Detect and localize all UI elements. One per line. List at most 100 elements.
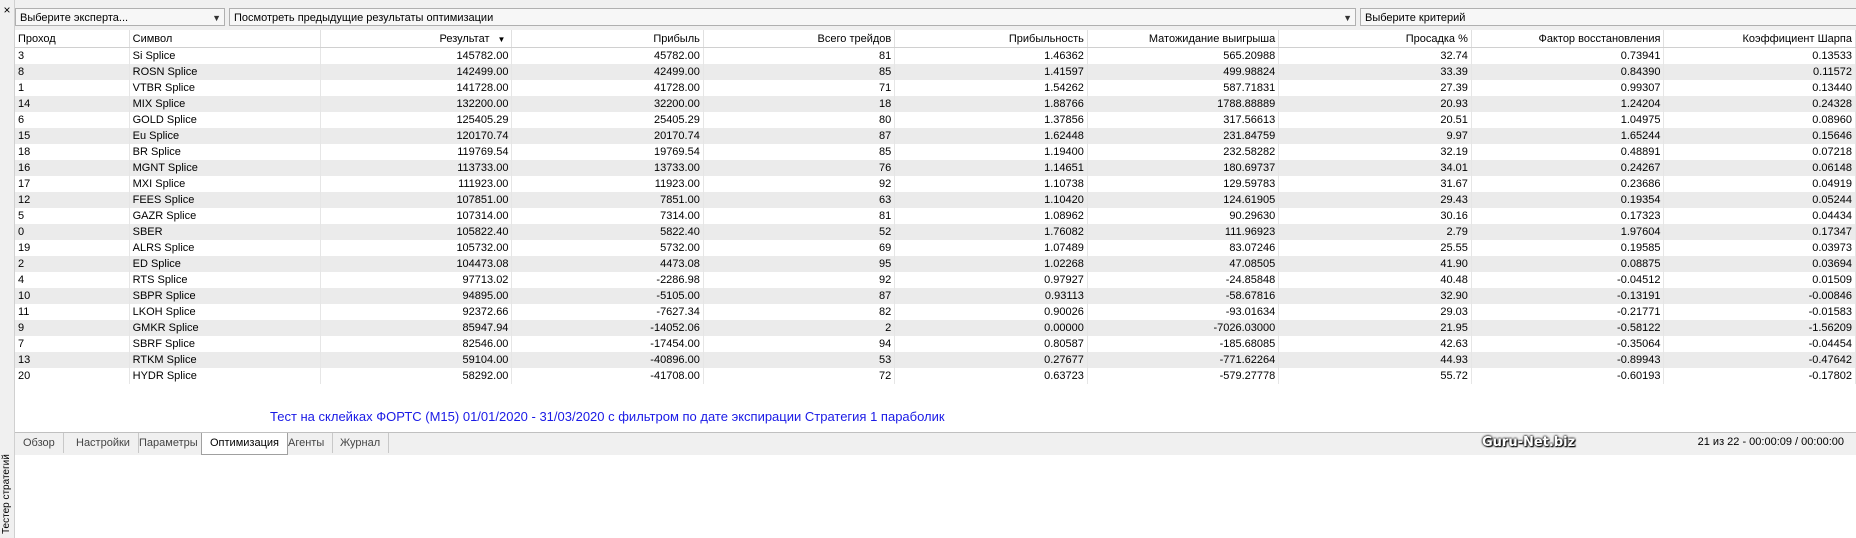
table-row[interactable]: 14 MIX Splice 132200.00 32200.00 18 1.88766 17… [15,96,1856,112]
table-row[interactable]: 11 LKOH Splice 92372.66 -7627.34 82 0.90026 -9… [15,304,1856,320]
column-header-sharpe-ratio[interactable]: Коэффициент Шарпа [1663,30,1856,48]
table-row[interactable]: 17 MXI Splice 111923.00 11923.00 92 1.10738 12… [15,176,1856,192]
cell-profitability: 0.90026 [894,304,1088,320]
cell-pass: 9 [15,320,130,336]
cell-drawdown: 2.79 [1278,224,1472,240]
cell-result: 104473.08 [320,256,513,272]
cell-sharpe-ratio: -0.00846 [1663,288,1856,304]
table-row[interactable]: 15 Eu Splice 120170.74 20170.74 87 1.62448 231… [15,128,1856,144]
cell-expected-payoff: 124.61905 [1087,192,1280,208]
tab-optimization[interactable]: Оптимизация [201,433,288,455]
cell-recovery-factor: 1.04975 [1471,112,1665,128]
cell-recovery-factor: -0.04512 [1471,272,1665,288]
tab-journal[interactable]: Журнал [332,433,390,453]
cell-profit: 4473.08 [511,256,704,272]
column-header-drawdown[interactable]: Просадка % [1278,30,1472,48]
cell-sharpe-ratio: 0.24328 [1663,96,1856,112]
tester-tab-bar: Обзор Настройки Параметры Оптимизация Аг… [15,432,1856,455]
cell-symbol: RTKM Splice [129,352,322,368]
cell-drawdown: 32.90 [1278,288,1472,304]
close-icon[interactable]: × [1,3,13,17]
cell-total-trades: 71 [703,80,896,96]
chevron-down-icon: ▼ [1343,13,1352,23]
cell-expected-payoff: -7026.03000 [1087,320,1280,336]
column-header-recovery-factor[interactable]: Фактор восстановления [1471,30,1665,48]
cell-sharpe-ratio: 0.15646 [1663,128,1856,144]
tab-settings[interactable]: Настройки [68,433,139,453]
column-header-expected-payoff[interactable]: Матожидание выигрыша [1087,30,1280,48]
column-header-symbol[interactable]: Символ [129,30,322,48]
table-row[interactable]: 20 HYDR Splice 58292.00 -41708.00 72 0.63723-… [15,368,1856,384]
cell-pass: 20 [15,368,130,384]
cell-total-trades: 76 [703,160,896,176]
column-header-profit[interactable]: Прибыль [511,30,704,48]
cell-profit: 7314.00 [511,208,704,224]
expert-select[interactable]: Выберите эксперта... ▼ [15,8,225,26]
cell-profit: 13733.00 [511,160,704,176]
cell-expected-payoff: 90.29630 [1087,208,1280,224]
table-row[interactable]: 0 SBER 105822.40 5822.40 52 1.76082 111.96923 2… [15,224,1856,240]
cell-symbol: Si Splice [129,47,322,64]
table-row[interactable]: 6 GOLD Splice 125405.29 25405.29 80 1.37856 31… [15,112,1856,128]
table-row[interactable]: 2 ED Splice 104473.08 4473.08 95 1.02268 47.08… [15,256,1856,272]
cell-profit: 41728.00 [511,80,704,96]
cell-expected-payoff: -579.27778 [1087,368,1280,384]
cell-symbol: MGNT Splice [129,160,322,176]
cell-symbol: FEES Splice [129,192,322,208]
table-row[interactable]: 5 GAZR Splice 107314.00 7314.00 81 1.08962 90.… [15,208,1856,224]
cell-drawdown: 29.03 [1278,304,1472,320]
cell-drawdown: 21.95 [1278,320,1472,336]
optimization-toolbar: Выберите эксперта... ▼ Посмотреть предыд… [15,0,1856,31]
column-header-result[interactable]: Результат ▼ [320,30,513,48]
cell-expected-payoff: 317.56613 [1087,112,1280,128]
table-row[interactable]: 9 GMKR Splice 85947.94 -14052.06 2 0.00000 -70… [15,320,1856,336]
table-row[interactable]: 10 SBPR Splice 94895.00 -5105.00 87 0.93113 -5… [15,288,1856,304]
cell-total-trades: 80 [703,112,896,128]
cell-pass: 0 [15,224,130,240]
table-row[interactable]: 19 ALRS Splice 105732.00 5732.00 69 1.07489 83… [15,240,1856,256]
table-row[interactable]: 12 FEES Splice 107851.00 7851.00 63 1.10420 12… [15,192,1856,208]
table-row[interactable]: 13 RTKM Splice 59104.00 -40896.00 53 0.27677-… [15,352,1856,368]
cell-recovery-factor: 1.24204 [1471,96,1665,112]
table-row[interactable]: 3 Si Splice 145782.00 45782.00 81 1.46362 565.… [15,47,1856,64]
tab-parameters[interactable]: Параметры [131,433,207,453]
previous-results-select[interactable]: Посмотреть предыдущие результаты оптимиз… [229,8,1356,26]
criterion-select-value: Выберите критерий [1365,12,1466,24]
table-row[interactable]: 18 BR Splice 119769.54 19769.54 85 1.19400 232… [15,144,1856,160]
criterion-select[interactable]: Выберите критерий [1360,8,1856,26]
cell-pass: 12 [15,192,130,208]
table-row[interactable]: 4 RTS Splice 97713.02 -2286.98 92 0.97927 -24.… [15,272,1856,288]
cell-sharpe-ratio: 0.08960 [1663,112,1856,128]
cell-result: 132200.00 [320,96,513,112]
table-header-row: Проход Символ Результат ▼ Прибыль Всего т… [15,30,1856,48]
cell-expected-payoff: 587.71831 [1087,80,1280,96]
table-row[interactable]: 8 ROSN Splice 142499.00 42499.00 85 1.41597 49… [15,64,1856,80]
column-header-profitability[interactable]: Прибыльность [894,30,1088,48]
cell-recovery-factor: 1.97604 [1471,224,1665,240]
cell-pass: 8 [15,64,130,80]
column-header-total-trades[interactable]: Всего трейдов [703,30,896,48]
cell-profitability: 1.37856 [894,112,1088,128]
cell-result: 58292.00 [320,368,513,384]
cell-recovery-factor: -0.58122 [1471,320,1665,336]
tab-agents[interactable]: Агенты [280,433,334,453]
cell-pass: 10 [15,288,130,304]
cell-recovery-factor: 0.19354 [1471,192,1665,208]
table-row[interactable]: 1 VTBR Splice 141728.00 41728.00 71 1.54262 58… [15,80,1856,96]
cell-expected-payoff: -93.01634 [1087,304,1280,320]
cell-total-trades: 18 [703,96,896,112]
table-row[interactable]: 7 SBRF Splice 82546.00 -17454.00 94 0.80587 -1… [15,336,1856,352]
table-row[interactable]: 16 MGNT Splice 113733.00 13733.00 76 1.14651 1… [15,160,1856,176]
cell-sharpe-ratio: 0.05244 [1663,192,1856,208]
column-header-pass[interactable]: Проход [15,30,130,48]
cell-symbol: GAZR Splice [129,208,322,224]
cell-pass: 6 [15,112,130,128]
tab-overview[interactable]: Обзор [15,433,64,453]
cell-result: 92372.66 [320,304,513,320]
cell-result: 120170.74 [320,128,513,144]
cell-total-trades: 95 [703,256,896,272]
cell-recovery-factor: 0.99307 [1471,80,1665,96]
cell-profit: 45782.00 [511,47,704,64]
lower-blank-area [15,455,1856,538]
cell-profit: -5105.00 [511,288,704,304]
